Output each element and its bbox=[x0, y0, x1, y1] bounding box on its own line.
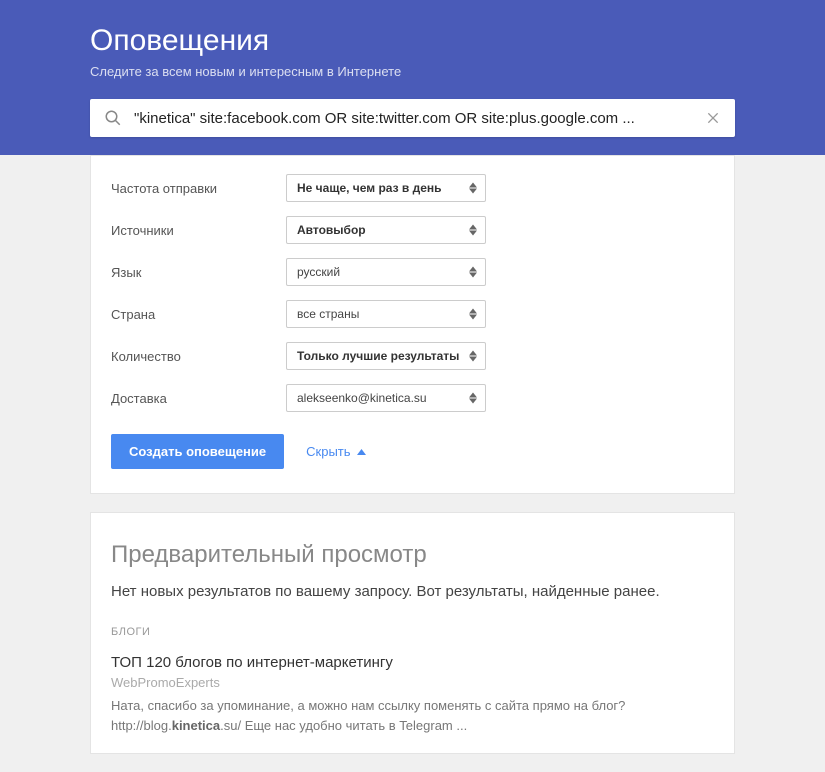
select-value: Автовыбор bbox=[297, 223, 366, 237]
search-icon bbox=[104, 109, 122, 127]
options-card: Частота отправки Не чаще, чем раз в день… bbox=[90, 155, 735, 494]
chevron-updown-icon bbox=[469, 267, 477, 278]
option-row-frequency: Частота отправки Не чаще, чем раз в день bbox=[111, 174, 714, 202]
region-select[interactable]: все страны bbox=[286, 300, 486, 328]
create-alert-button[interactable]: Создать оповещение bbox=[111, 434, 284, 469]
option-row-language: Язык русский bbox=[111, 258, 714, 286]
option-label: Количество bbox=[111, 349, 286, 364]
preview-title: Предварительный просмотр bbox=[111, 541, 714, 569]
chevron-up-icon bbox=[357, 449, 366, 455]
sources-select[interactable]: Автовыбор bbox=[286, 216, 486, 244]
option-label: Доставка bbox=[111, 391, 286, 406]
deliver-select[interactable]: alekseenko@kinetica.su bbox=[286, 384, 486, 412]
chevron-updown-icon bbox=[469, 183, 477, 194]
chevron-updown-icon bbox=[469, 225, 477, 236]
clear-icon[interactable] bbox=[705, 110, 721, 126]
search-bar-container bbox=[0, 99, 825, 155]
page-title: Оповещения bbox=[90, 24, 735, 58]
select-value: русский bbox=[297, 265, 340, 279]
option-row-deliver: Доставка alekseenko@kinetica.su bbox=[111, 384, 714, 412]
select-value: все страны bbox=[297, 307, 359, 321]
result-snippet: Ната, спасибо за упоминание, а можно нам… bbox=[111, 696, 714, 735]
option-row-howmany: Количество Только лучшие результаты bbox=[111, 342, 714, 370]
preview-description: Нет новых результатов по вашему запросу.… bbox=[111, 583, 714, 600]
option-row-region: Страна все страны bbox=[111, 300, 714, 328]
result-item: ТОП 120 блогов по интернет-маркетингу We… bbox=[111, 654, 714, 735]
page-subtitle: Следите за всем новым и интересным в Инт… bbox=[90, 64, 735, 79]
chevron-updown-icon bbox=[469, 309, 477, 320]
select-value: Не чаще, чем раз в день bbox=[297, 181, 442, 195]
result-source: WebPromoExperts bbox=[111, 675, 714, 690]
option-row-sources: Источники Автовыбор bbox=[111, 216, 714, 244]
result-title[interactable]: ТОП 120 блогов по интернет-маркетингу bbox=[111, 654, 714, 671]
actions-row: Создать оповещение Скрыть bbox=[111, 434, 714, 469]
option-label: Страна bbox=[111, 307, 286, 322]
section-label-blogs: БЛОГИ bbox=[111, 626, 714, 638]
option-label: Язык bbox=[111, 265, 286, 280]
search-input[interactable] bbox=[134, 110, 705, 127]
option-label: Частота отправки bbox=[111, 181, 286, 196]
select-value: Только лучшие результаты bbox=[297, 349, 459, 363]
search-box[interactable] bbox=[90, 99, 735, 137]
frequency-select[interactable]: Не чаще, чем раз в день bbox=[286, 174, 486, 202]
page-header: Оповещения Следите за всем новым и интер… bbox=[0, 0, 825, 99]
chevron-updown-icon bbox=[469, 351, 477, 362]
hide-options-button[interactable]: Скрыть bbox=[306, 444, 365, 459]
option-label: Источники bbox=[111, 223, 286, 238]
chevron-updown-icon bbox=[469, 393, 477, 404]
howmany-select[interactable]: Только лучшие результаты bbox=[286, 342, 486, 370]
language-select[interactable]: русский bbox=[286, 258, 486, 286]
select-value: alekseenko@kinetica.su bbox=[297, 391, 427, 405]
hide-label: Скрыть bbox=[306, 444, 350, 459]
